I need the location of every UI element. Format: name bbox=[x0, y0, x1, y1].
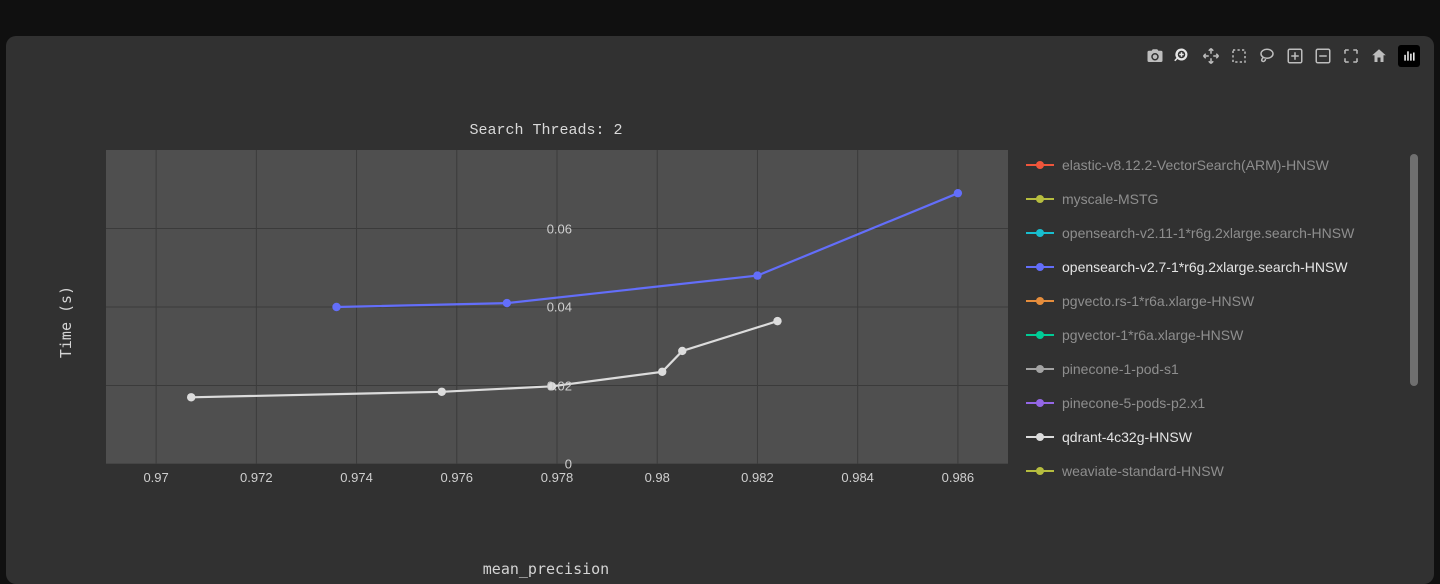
y-axis-label: Time (s) bbox=[57, 286, 75, 358]
legend-item[interactable]: myscale-MSTG bbox=[1026, 182, 1406, 216]
zoom-in-icon[interactable] bbox=[1286, 47, 1304, 65]
legend-label: pgvector-1*r6a.xlarge-HNSW bbox=[1062, 327, 1243, 343]
legend-swatch-icon bbox=[1026, 261, 1054, 273]
chart-panel: Search Threads: 2 Time (s) mean_precisio… bbox=[6, 36, 1434, 584]
zoom-out-icon[interactable] bbox=[1314, 47, 1332, 65]
legend-item[interactable]: pinecone-1-pod-s1 bbox=[1026, 352, 1406, 386]
legend-swatch-icon bbox=[1026, 363, 1054, 375]
chart-title: Search Threads: 2 bbox=[46, 122, 1046, 139]
autoscale-icon[interactable] bbox=[1342, 47, 1360, 65]
x-tick: 0.984 bbox=[841, 470, 874, 485]
reset-axes-icon[interactable] bbox=[1370, 47, 1388, 65]
x-tick: 0.972 bbox=[240, 470, 273, 485]
y-tick: 0.02 bbox=[532, 378, 572, 393]
x-tick: 0.974 bbox=[340, 470, 373, 485]
legend-swatch-icon bbox=[1026, 329, 1054, 341]
x-tick: 0.98 bbox=[645, 470, 670, 485]
legend-label: weaviate-standard-HNSW bbox=[1062, 463, 1224, 479]
legend-swatch-icon bbox=[1026, 431, 1054, 443]
zoom-icon[interactable] bbox=[1174, 47, 1192, 65]
chart-area: Search Threads: 2 Time (s) mean_precisio… bbox=[46, 74, 1420, 570]
legend-swatch-icon bbox=[1026, 159, 1054, 171]
legend-label: qdrant-4c32g-HNSW bbox=[1062, 429, 1192, 445]
legend-label: opensearch-v2.11-1*r6g.2xlarge.search-HN… bbox=[1062, 225, 1354, 241]
x-axis-label: mean_precision bbox=[46, 560, 1046, 578]
lasso-select-icon[interactable] bbox=[1258, 47, 1276, 65]
legend-label: opensearch-v2.7-1*r6g.2xlarge.search-HNS… bbox=[1062, 259, 1348, 275]
legend-item[interactable]: opensearch-v2.11-1*r6g.2xlarge.search-HN… bbox=[1026, 216, 1406, 250]
legend-item[interactable]: qdrant-4c32g-HNSW bbox=[1026, 420, 1406, 454]
legend-item[interactable]: pgvecto.rs-1*r6a.xlarge-HNSW bbox=[1026, 284, 1406, 318]
legend-scrollbar[interactable] bbox=[1410, 154, 1418, 386]
y-tick: 0.06 bbox=[532, 221, 572, 236]
legend-swatch-icon bbox=[1026, 193, 1054, 205]
legend-label: myscale-MSTG bbox=[1062, 191, 1158, 207]
x-tick: 0.976 bbox=[440, 470, 473, 485]
x-tick: 0.986 bbox=[942, 470, 975, 485]
legend-label: pinecone-1-pod-s1 bbox=[1062, 361, 1179, 377]
legend-swatch-icon bbox=[1026, 227, 1054, 239]
legend-label: pgvecto.rs-1*r6a.xlarge-HNSW bbox=[1062, 293, 1254, 309]
legend-item[interactable]: opensearch-v2.7-1*r6g.2xlarge.search-HNS… bbox=[1026, 250, 1406, 284]
legend-item[interactable]: weaviate-standard-HNSW bbox=[1026, 454, 1406, 488]
plotly-logo-icon[interactable] bbox=[1398, 45, 1420, 67]
legend-label: pinecone-5-pods-p2.x1 bbox=[1062, 395, 1205, 411]
x-tick: 0.982 bbox=[741, 470, 774, 485]
legend-swatch-icon bbox=[1026, 295, 1054, 307]
box-select-icon[interactable] bbox=[1230, 47, 1248, 65]
legend-item[interactable]: pgvector-1*r6a.xlarge-HNSW bbox=[1026, 318, 1406, 352]
plot-modebar bbox=[1146, 42, 1420, 70]
camera-icon[interactable] bbox=[1146, 47, 1164, 65]
legend-swatch-icon bbox=[1026, 465, 1054, 477]
y-tick: 0.04 bbox=[532, 300, 572, 315]
pan-icon[interactable] bbox=[1202, 47, 1220, 65]
legend-item[interactable]: elastic-v8.12.2-VectorSearch(ARM)-HNSW bbox=[1026, 148, 1406, 182]
legend-swatch-icon bbox=[1026, 397, 1054, 409]
legend-label: elastic-v8.12.2-VectorSearch(ARM)-HNSW bbox=[1062, 157, 1329, 173]
legend-item[interactable]: pinecone-5-pods-p2.x1 bbox=[1026, 386, 1406, 420]
legend: elastic-v8.12.2-VectorSearch(ARM)-HNSW my… bbox=[1026, 148, 1406, 488]
x-tick: 0.97 bbox=[143, 470, 168, 485]
x-tick: 0.978 bbox=[541, 470, 574, 485]
